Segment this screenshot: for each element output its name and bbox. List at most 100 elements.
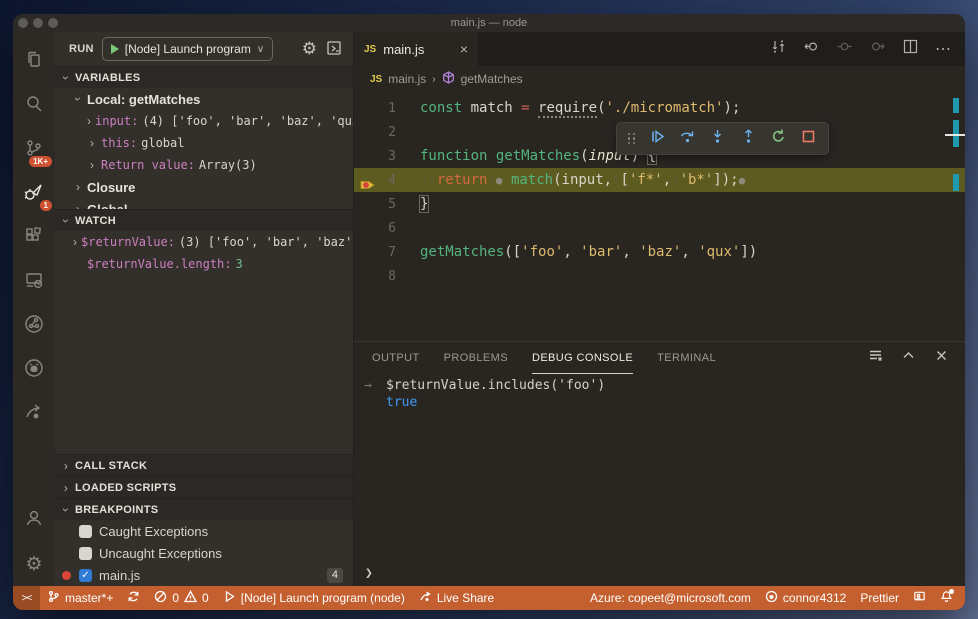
git-branch-status[interactable]: master*+ — [40, 586, 120, 610]
variables-scope-row[interactable]: › Local: getMatches — [55, 88, 353, 110]
problems-status[interactable]: 0 0 — [147, 586, 215, 610]
more-actions-icon[interactable]: ⋯ — [935, 39, 951, 59]
loaded-scripts-section-header[interactable]: › LOADED SCRIPTS — [55, 476, 353, 498]
code-token: , — [622, 244, 640, 260]
watch-section-header[interactable]: › WATCH — [55, 209, 353, 231]
watch-item-row[interactable]: › $returnValue: (3) ['foo', 'bar', 'baz'] — [55, 231, 360, 253]
tab-output[interactable]: OUTPUT — [372, 342, 420, 374]
continue-button[interactable] — [649, 128, 666, 149]
maximize-panel-icon[interactable] — [901, 348, 916, 368]
line-number-gutter[interactable]: 5 — [354, 197, 420, 212]
breakpoint-checkbox[interactable] — [79, 546, 92, 560]
line-number-gutter[interactable]: 7 — [354, 245, 420, 260]
feedback-button[interactable] — [906, 586, 933, 610]
accounts-button[interactable] — [13, 498, 55, 542]
code-line[interactable]: 1 const match = require('./micromatch'); — [354, 96, 965, 120]
breakpoint-row[interactable]: Caught Exceptions — [55, 520, 353, 542]
stop-button[interactable] — [800, 128, 817, 149]
variables-item-row[interactable]: › input: (4) ['foo', 'bar', 'baz', 'qux'] — [55, 110, 353, 132]
sidebar-item-explorer[interactable] — [13, 40, 55, 84]
scrollbar-handle[interactable] — [945, 134, 965, 136]
call-stack-section-header[interactable]: › CALL STACK — [55, 454, 353, 476]
step-into-button[interactable] — [709, 128, 726, 149]
sidebar-item-extensions[interactable] — [13, 216, 55, 260]
code-token: match — [510, 172, 554, 188]
close-tab-icon[interactable]: × — [460, 41, 468, 57]
launch-config-dropdown[interactable]: [Node] Launch program ∨ — [101, 37, 274, 61]
line-number-gutter[interactable]: 8 — [354, 269, 420, 284]
split-editor-icon[interactable] — [902, 38, 919, 60]
variables-section-header[interactable]: › VARIABLES — [55, 66, 353, 88]
record-icon[interactable] — [836, 38, 853, 60]
step-over-button[interactable] — [679, 128, 696, 149]
breakpoints-section-header[interactable]: › BREAKPOINTS — [55, 498, 353, 520]
code-text: const match = require('./micromatch'); — [420, 100, 740, 118]
variables-item-row[interactable]: › this: global — [55, 132, 353, 154]
open-changes-icon[interactable] — [770, 38, 787, 60]
start-debug-icon[interactable] — [110, 44, 119, 54]
code-line[interactable]: 7 getMatches(['foo', 'bar', 'baz', 'qux']… — [354, 240, 965, 264]
open-debug-console-icon[interactable] — [325, 39, 343, 60]
variables-scope-row[interactable]: › Closure — [55, 176, 353, 198]
clear-console-icon[interactable] — [868, 348, 883, 368]
line-number-gutter[interactable]: 1 — [354, 101, 420, 116]
sidebar-item-run-debug[interactable]: 1 — [13, 172, 55, 216]
zoom-window-button[interactable] — [48, 18, 58, 28]
debug-target-status[interactable]: [Node] Launch program (node) — [216, 586, 412, 610]
code-token: ([ — [504, 244, 522, 260]
code-editor[interactable]: 1 const match = require('./micromatch'); 2… — [354, 92, 965, 341]
tab-main-js[interactable]: JS main.js × — [354, 32, 478, 66]
drag-grip-icon[interactable] — [627, 132, 636, 145]
tab-debug-console[interactable]: DEBUG CONSOLE — [532, 342, 633, 374]
line-number-gutter[interactable]: 2 — [354, 125, 420, 140]
error-count: 0 — [172, 591, 180, 605]
breakpoint-row[interactable]: Uncaught Exceptions — [55, 542, 353, 564]
restart-button[interactable] — [770, 128, 787, 149]
variables-scope-row[interactable]: › Global — [55, 198, 353, 210]
sidebar-item-remote-explorer[interactable] — [13, 260, 55, 304]
breakpoint-checkbox[interactable] — [79, 524, 92, 538]
sidebar-item-github[interactable] — [13, 348, 55, 392]
breakpoint-checkbox[interactable]: ✓ — [79, 568, 92, 582]
formatter-status[interactable]: Prettier — [853, 586, 906, 610]
breadcrumb-file[interactable]: main.js — [388, 72, 426, 86]
tab-terminal[interactable]: TERMINAL — [657, 342, 716, 374]
account-icon — [23, 507, 45, 534]
close-window-button[interactable] — [18, 18, 28, 28]
azure-account-status[interactable]: Azure: copeet@microsoft.com — [583, 586, 758, 610]
sidebar-item-search[interactable] — [13, 84, 55, 128]
files-icon — [23, 49, 45, 76]
sync-status[interactable] — [120, 586, 147, 610]
code-line[interactable]: 8 — [354, 264, 965, 288]
console-input-prompt[interactable]: ❯ — [365, 566, 373, 581]
line-number-gutter[interactable]: 3 — [354, 149, 420, 164]
variables-item-row[interactable]: › Return value: Array(3) — [55, 154, 353, 176]
title-bar[interactable]: main.js — node — [13, 14, 965, 32]
code-line[interactable]: 4 ··return·● match(input,·['f*',·'b*']);● — [354, 168, 965, 192]
line-number-gutter[interactable]: 4 — [354, 173, 420, 189]
code-line[interactable]: 6 — [354, 216, 965, 240]
watch-item-row[interactable]: $returnValue.length: 3 — [55, 253, 353, 275]
line-number-gutter[interactable]: 6 — [354, 221, 420, 236]
breakpoint-row[interactable]: ✓ main.js 4 — [55, 564, 353, 586]
sidebar-item-source-control[interactable]: 1K+ — [13, 128, 55, 172]
configure-gear-icon[interactable]: ⚙ — [302, 39, 317, 59]
remote-indicator[interactable]: >< — [13, 586, 40, 610]
sidebar-item-git-graph[interactable] — [13, 304, 55, 348]
close-panel-icon[interactable] — [934, 348, 949, 368]
tab-problems[interactable]: PROBLEMS — [444, 342, 508, 374]
continue-forward-icon[interactable] — [869, 38, 886, 60]
github-account-status[interactable]: connor4312 — [758, 586, 853, 610]
notifications-button[interactable] — [933, 586, 965, 610]
reverse-continue-icon[interactable] — [803, 38, 820, 60]
breadcrumb[interactable]: JS main.js › getMatches — [354, 66, 965, 92]
code-text: ··return·● match(input,·['f*',·'b*']);● — [420, 172, 745, 188]
minimize-window-button[interactable] — [33, 18, 43, 28]
sidebar-item-live-share[interactable] — [13, 392, 55, 436]
code-token: const — [420, 100, 463, 116]
live-share-status[interactable]: Live Share — [412, 586, 501, 610]
manage-button[interactable]: ⚙ — [13, 542, 55, 586]
breadcrumb-symbol[interactable]: getMatches — [461, 72, 523, 86]
code-line[interactable]: 5} — [354, 192, 965, 216]
step-out-button[interactable] — [740, 128, 757, 149]
